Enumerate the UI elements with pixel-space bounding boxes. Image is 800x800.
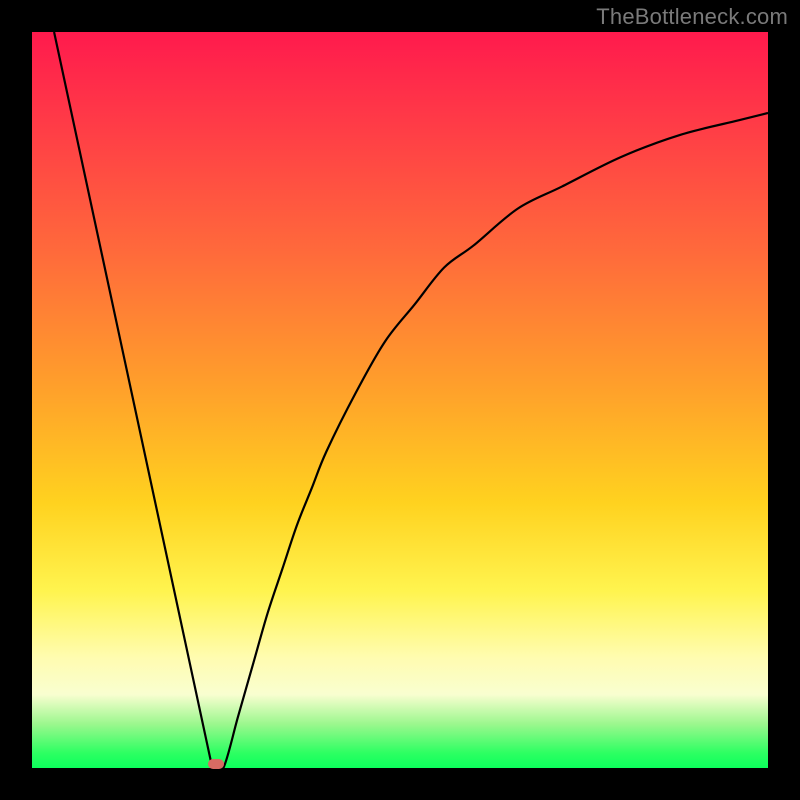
- plot-area: [32, 32, 768, 768]
- curve-svg: [32, 32, 768, 768]
- optimal-marker: [208, 759, 224, 769]
- watermark-text: TheBottleneck.com: [596, 4, 788, 30]
- bottleneck-curve: [54, 32, 768, 768]
- chart-frame: TheBottleneck.com: [0, 0, 800, 800]
